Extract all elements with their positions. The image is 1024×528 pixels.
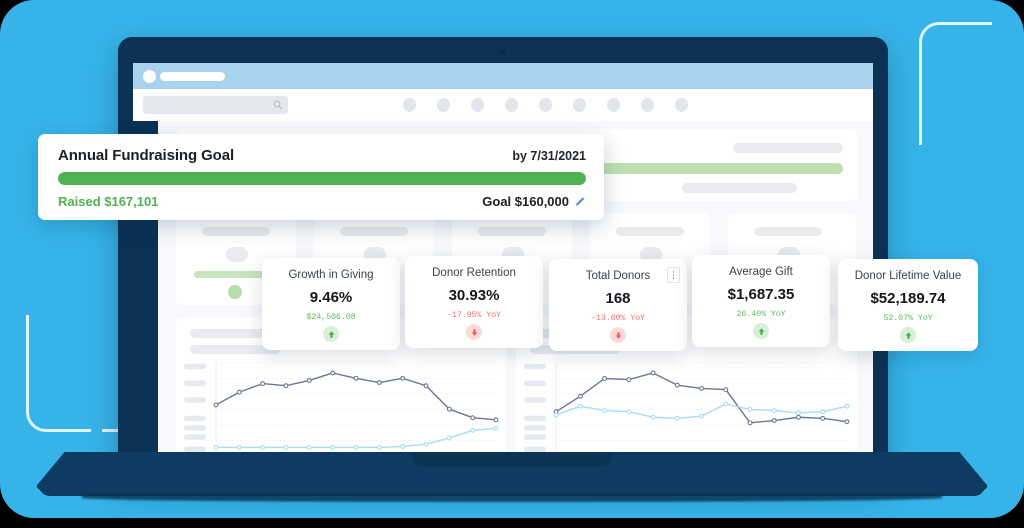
goal-title: Annual Fundraising Goal	[58, 147, 235, 164]
metric-title: Donor Retention	[432, 267, 516, 279]
nav-dot[interactable]	[675, 98, 688, 112]
search-input[interactable]	[143, 96, 288, 114]
screenshot-stage: Annual Fundraising Goal by 7/31/2021 Rai…	[0, 0, 1024, 528]
metric-subvalue: 52.07% YoY	[883, 313, 933, 323]
nav-dot[interactable]	[403, 98, 416, 112]
laptop-foot	[82, 494, 942, 502]
metric-title: Growth in Giving	[288, 269, 374, 281]
app-title-placeholder	[160, 72, 225, 81]
metric-card-donor-lifetime-value[interactable]: Donor Lifetime Value $52,189.74 52.07% Y…	[838, 259, 978, 351]
metric-value: 168	[605, 290, 631, 307]
nav-dot[interactable]	[539, 98, 552, 112]
toolbar-nav-placeholders	[403, 98, 688, 112]
metric-subvalue: $24,506.08	[306, 312, 356, 322]
nav-dot[interactable]	[607, 98, 620, 112]
skeleton-pill	[340, 227, 408, 236]
metric-value: 9.46%	[309, 289, 353, 306]
laptop-base	[36, 452, 988, 496]
pencil-icon[interactable]	[575, 196, 586, 207]
arrow-up-icon	[323, 326, 339, 342]
skeleton-pill	[226, 247, 248, 262]
laptop-base-notch	[412, 452, 612, 466]
decorative-bracket-gap-bl	[25, 303, 31, 315]
metric-value: $1,687.35	[727, 286, 795, 303]
metric-title: Average Gift	[729, 266, 793, 278]
metric-card-growth-in-giving[interactable]: Growth in Giving 9.46% $24,506.08	[262, 258, 400, 350]
goal-card-header: Annual Fundraising Goal by 7/31/2021	[58, 147, 586, 164]
nav-dot[interactable]	[437, 98, 450, 112]
metric-card-donor-retention[interactable]: Donor Retention 30.93% -17.95% YoY	[405, 256, 543, 348]
arrow-up-icon	[900, 327, 916, 343]
skeleton-pill	[616, 227, 684, 236]
goal-progress-fill	[58, 172, 586, 185]
arrow-down-icon	[466, 324, 482, 340]
annual-fundraising-goal-card: Annual Fundraising Goal by 7/31/2021 Rai…	[38, 134, 604, 220]
decorative-bracket-top-right	[919, 22, 992, 145]
skeleton-dot	[228, 285, 242, 299]
goal-raised-amount: Raised $167,101	[58, 194, 159, 209]
app-toolbar	[133, 89, 873, 122]
metric-subvalue: 26.40% YoY	[736, 309, 786, 319]
metric-subvalue: -13.00% YoY	[591, 313, 645, 323]
skeleton-pill	[754, 227, 822, 236]
laptop-camera-icon	[500, 49, 506, 55]
kebab-menu-icon[interactable]	[667, 267, 680, 283]
metric-card-average-gift[interactable]: Average Gift $1,687.35 26.40% YoY	[692, 255, 830, 347]
metric-card-total-donors[interactable]: Total Donors 168 -13.00% YoY	[549, 259, 687, 351]
app-title-strip	[133, 63, 873, 89]
goal-deadline: by 7/31/2021	[512, 149, 586, 163]
goal-progress-track	[58, 172, 586, 185]
arrow-down-icon	[610, 327, 626, 343]
skeleton-pill	[202, 227, 270, 236]
metric-value: 30.93%	[448, 287, 500, 304]
search-icon	[273, 100, 283, 110]
goal-target-label: Goal $160,000	[482, 194, 569, 209]
line-chart-right	[524, 362, 850, 457]
skeleton-pill	[682, 183, 797, 193]
nav-dot[interactable]	[573, 98, 586, 112]
app-logo-placeholder	[143, 70, 156, 83]
metric-title: Donor Lifetime Value	[854, 270, 962, 282]
metric-value: $52,189.74	[870, 290, 946, 307]
line-chart-left	[184, 362, 499, 457]
nav-dot[interactable]	[471, 98, 484, 112]
metric-subvalue: -17.95% YoY	[447, 310, 501, 320]
arrow-up-icon	[753, 323, 769, 339]
nav-dot[interactable]	[505, 98, 518, 112]
decorative-bracket-gap-tr	[988, 88, 994, 102]
nav-dot[interactable]	[641, 98, 654, 112]
goal-target-amount: Goal $160,000	[482, 194, 586, 209]
skeleton-pill	[733, 143, 843, 153]
skeleton-pill	[478, 227, 546, 236]
goal-card-footer: Raised $167,101 Goal $160,000	[58, 194, 586, 209]
decorative-bracket-bottom-left	[26, 311, 91, 432]
